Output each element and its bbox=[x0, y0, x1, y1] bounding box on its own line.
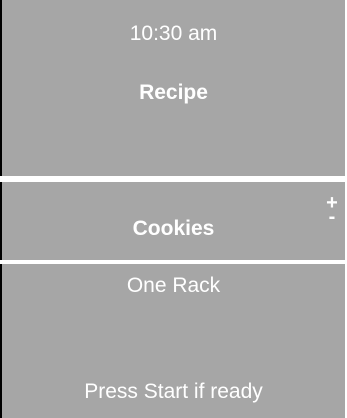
details-panel: One Rack Press Start if ready bbox=[0, 264, 345, 418]
oven-display: 10:30 am Recipe Cookies + - One Rack Pre… bbox=[0, 0, 347, 418]
header-panel: 10:30 am Recipe bbox=[0, 0, 345, 176]
clock-time: 10:30 am bbox=[129, 22, 218, 45]
decrease-button[interactable]: - bbox=[329, 207, 336, 227]
screen-title: Recipe bbox=[139, 81, 208, 104]
recipe-name: Cookies bbox=[132, 217, 215, 240]
rack-setting: One Rack bbox=[126, 274, 221, 297]
start-prompt: Press Start if ready bbox=[84, 380, 263, 403]
recipe-selector-panel[interactable]: Cookies + - bbox=[0, 182, 345, 260]
recipe-adjust-control[interactable]: + - bbox=[323, 193, 341, 227]
